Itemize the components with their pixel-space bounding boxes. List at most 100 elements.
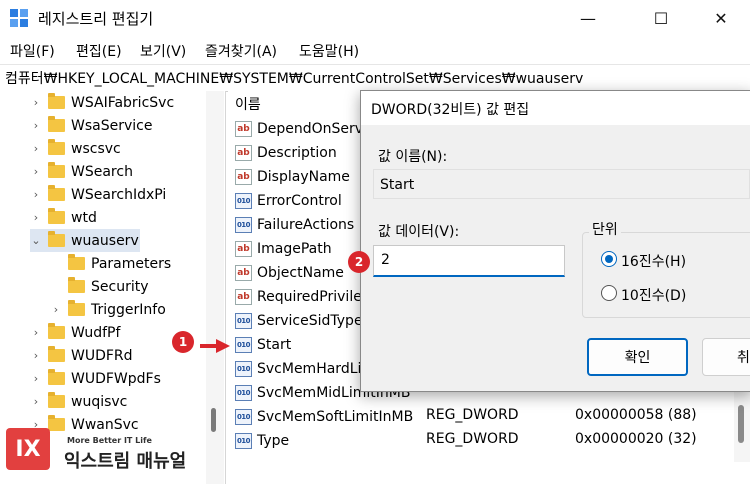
- chevron-right-icon[interactable]: ›: [30, 142, 42, 155]
- chevron-right-icon[interactable]: ›: [30, 395, 42, 408]
- binary-value-icon: 010: [235, 192, 252, 209]
- maximize-button[interactable]: ☐: [638, 0, 684, 36]
- callout-badge-2: 2: [348, 251, 370, 273]
- close-button[interactable]: ✕: [698, 0, 744, 36]
- value-data-text: 2: [381, 252, 390, 268]
- registry-app-icon: [10, 9, 28, 27]
- value-row[interactable]: 010 SvcMemSoftLimitInMB: [235, 405, 413, 428]
- arrow-right-icon: [200, 339, 230, 353]
- folder-icon: [48, 162, 65, 178]
- folder-icon: [48, 415, 65, 431]
- tree-item[interactable]: › wuqisvc: [30, 390, 127, 413]
- value-row[interactable]: 010 ErrorControl: [235, 189, 342, 212]
- ok-button[interactable]: 확인: [587, 338, 688, 376]
- radio-hexadecimal-label[interactable]: 16진수(H): [621, 251, 686, 271]
- window-title: 레지스트리 편집기: [38, 10, 154, 28]
- chevron-right-icon[interactable]: ›: [30, 211, 42, 224]
- tree-item[interactable]: › WUDFRd: [30, 344, 133, 367]
- tree-item[interactable]: › WSAIFabricSvc: [30, 91, 174, 114]
- binary-value-icon: 010: [235, 384, 252, 401]
- tree-item-selected[interactable]: ⌄ wuauserv: [30, 229, 140, 252]
- folder-icon: [48, 116, 65, 132]
- value-row[interactable]: ab ObjectName: [235, 261, 344, 284]
- value-row[interactable]: 010 Type: [235, 429, 289, 452]
- string-value-icon: ab: [235, 168, 252, 185]
- folder-icon: [48, 93, 65, 109]
- value-row[interactable]: 010 ServiceSidType: [235, 309, 363, 332]
- string-value-icon: ab: [235, 240, 252, 257]
- value-data-label: 값 데이터(V):: [378, 224, 460, 240]
- binary-value-icon: 010: [235, 432, 252, 449]
- chevron-right-icon[interactable]: ›: [30, 96, 42, 109]
- string-value-icon: ab: [235, 120, 252, 137]
- value-row[interactable]: ab RequiredPrivile: [235, 285, 362, 308]
- value-data-input[interactable]: [373, 245, 565, 277]
- binary-value-icon: 010: [235, 336, 252, 353]
- dialog-title: DWORD(32비트) 값 편집: [371, 102, 530, 118]
- chevron-right-icon[interactable]: ›: [50, 303, 62, 316]
- value-row[interactable]: 010 FailureActions: [235, 213, 354, 236]
- folder-icon: [68, 254, 85, 270]
- tree-item[interactable]: › WUDFWpdFs: [30, 367, 161, 390]
- cancel-button[interactable]: 취: [702, 338, 750, 376]
- menu-help[interactable]: 도움말(H): [299, 41, 359, 61]
- value-row[interactable]: ab DependOnServi: [235, 117, 367, 140]
- chevron-right-icon[interactable]: ›: [30, 372, 42, 385]
- string-value-icon: ab: [235, 144, 252, 161]
- binary-value-icon: 010: [235, 408, 252, 425]
- folder-icon: [48, 346, 65, 362]
- watermark-name: 익스트림 매뉴얼: [64, 451, 187, 472]
- tree-item[interactable]: › WsaService: [30, 114, 152, 137]
- folder-icon: [48, 208, 65, 224]
- value-name-text: Start: [380, 177, 415, 193]
- menu-edit[interactable]: 편집(E): [76, 41, 122, 61]
- tree-item[interactable]: › WSearch: [30, 160, 133, 183]
- folder-icon: [68, 277, 85, 293]
- base-label: 단위: [589, 219, 621, 239]
- value-row[interactable]: ab Description: [235, 141, 337, 164]
- tree-item[interactable]: › WSearchIdxPi: [30, 183, 166, 206]
- tree-item[interactable]: › TriggerInfo: [50, 298, 166, 321]
- value-name-label: 값 이름(N):: [378, 149, 448, 165]
- values-scroll-thumb[interactable]: [738, 405, 744, 443]
- base-groupbox: [582, 232, 750, 318]
- folder-icon: [68, 300, 85, 316]
- chevron-down-icon[interactable]: ⌄: [30, 234, 42, 247]
- chevron-right-icon[interactable]: ›: [30, 165, 42, 178]
- tree-item[interactable]: › wtd: [30, 206, 97, 229]
- chevron-right-icon[interactable]: ›: [30, 188, 42, 201]
- value-row[interactable]: 010 SvcMemHardLir: [235, 357, 367, 380]
- minimize-button[interactable]: —: [565, 0, 611, 36]
- address-path: 컴퓨터₩HKEY_LOCAL_MACHINE₩SYSTEM₩CurrentCon…: [5, 71, 584, 87]
- tree-item[interactable]: Security: [50, 275, 149, 298]
- radio-hexadecimal[interactable]: [601, 251, 617, 267]
- chevron-right-icon[interactable]: ›: [30, 349, 42, 362]
- string-value-icon: ab: [235, 264, 252, 281]
- folder-open-icon: [48, 231, 65, 247]
- chevron-right-icon[interactable]: ›: [30, 326, 42, 339]
- folder-icon: [48, 369, 65, 385]
- binary-value-icon: 010: [235, 360, 252, 377]
- menu-file[interactable]: 파일(F): [10, 41, 55, 61]
- callout-badge-1: 1: [172, 331, 194, 353]
- value-row[interactable]: ab DisplayName: [235, 165, 350, 188]
- folder-icon: [48, 185, 65, 201]
- value-type: REG_DWORD: [426, 407, 519, 423]
- tree-scroll-thumb[interactable]: [211, 408, 216, 432]
- value-row[interactable]: ab ImagePath: [235, 237, 332, 260]
- chevron-right-icon[interactable]: ›: [30, 119, 42, 132]
- value-row-start[interactable]: 010 Start: [235, 333, 291, 356]
- value-data: 0x00000020 (32): [575, 431, 697, 447]
- value-data: 0x00000058 (88): [575, 407, 697, 423]
- column-header-name[interactable]: 이름: [235, 94, 261, 114]
- menu-view[interactable]: 보기(V): [140, 41, 186, 61]
- folder-icon: [48, 139, 65, 155]
- watermark-tagline: More Better IT Life: [67, 436, 152, 445]
- radio-decimal-label[interactable]: 10진수(D): [621, 285, 686, 305]
- menu-favorites[interactable]: 즐겨찾기(A): [205, 41, 277, 61]
- binary-value-icon: 010: [235, 312, 252, 329]
- tree-item[interactable]: › wscsvc: [30, 137, 121, 160]
- radio-decimal[interactable]: [601, 285, 617, 301]
- tree-item[interactable]: Parameters: [50, 252, 171, 275]
- tree-item[interactable]: › WudfPf: [30, 321, 120, 344]
